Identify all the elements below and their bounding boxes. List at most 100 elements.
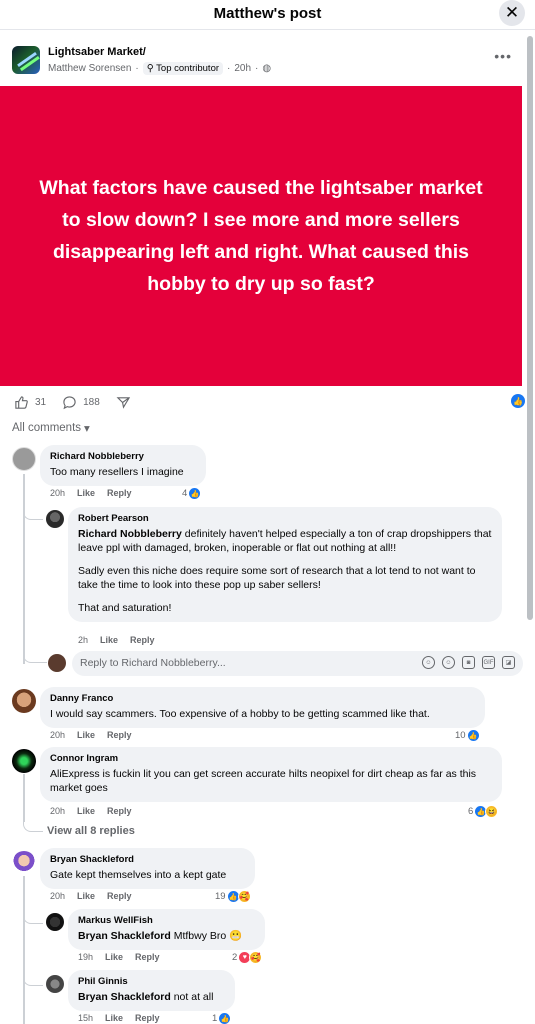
commenter-name[interactable]: Connor Ingram [50,753,492,764]
comment-text: Richard Nobbleberry definitely haven't h… [78,528,492,614]
dialog-title: Matthew's post [213,5,322,22]
sticker-icon[interactable]: ◪ [502,656,515,669]
like-count: 31 [35,396,47,408]
like-reaction-icon: 👍 [188,487,202,500]
comment-icon [63,395,76,409]
comment-meta: 20h Like Reply [50,488,132,498]
post-text: What factors have caused the lightsaber … [39,177,483,295]
globe-icon: ◍ [262,63,272,74]
comment-bubble: Connor Ingram AliExpress is fuckin lit y… [40,747,502,802]
group-name[interactable]: Lightsaber Market/ [48,46,146,58]
like-reaction-icon: 👍 [218,1012,232,1024]
gif-icon[interactable]: GIF [482,656,495,669]
close-icon: ✕ [504,3,520,22]
care-reaction-icon: 🥰 [237,890,251,903]
post-meta: Matthew Sorensen · ⚲ Top contributor · 2… [48,62,272,75]
commenter-name[interactable]: Bryan Shackleford [50,854,245,865]
commenter-name[interactable]: Phil Ginnis [78,976,225,987]
comment-bubble: Richard Nobbleberry Too many resellers I… [40,445,206,486]
thread-line [23,970,43,986]
mention-link[interactable]: Bryan Shackleford [78,991,171,1003]
comment-button[interactable]: 188 [62,395,100,410]
commenter-name[interactable]: Richard Nobbleberry [50,451,196,462]
comment-reply-button[interactable]: Reply [107,806,132,816]
reply-tools: ☺ ☺ ◙ GIF ◪ [422,656,515,669]
more-options-icon[interactable]: ••• [494,48,512,64]
post-actions: 31 188 [14,393,147,411]
comment-reply-button[interactable]: Reply [107,730,132,740]
avatar[interactable] [46,913,64,931]
emoji-icon[interactable]: ☺ [442,656,455,669]
thread-line [23,812,43,832]
comment-reply-button[interactable]: Reply [135,952,160,962]
comment-like-button[interactable]: Like [100,635,118,645]
comment-bubble: Robert Pearson Richard Nobbleberry defin… [68,507,502,622]
comment-reply-button[interactable]: Reply [135,1013,160,1023]
comment-reply-button[interactable]: Reply [130,635,155,645]
comment-text: Too many resellers I imagine [50,466,184,478]
comment-text: Bryan Shackleford not at all [78,991,214,1003]
comment-meta: 19h Like Reply [78,952,160,962]
avatar-sticker-icon[interactable]: ☺ [422,656,435,669]
avatar[interactable] [46,975,64,993]
comment-meta: 2h Like Reply [78,635,155,645]
thumbs-up-icon [15,395,28,409]
comment-meta: 20h Like Reply [50,806,132,816]
comment-bubble: Bryan Shackleford Gate kept themselves i… [40,848,255,889]
camera-icon[interactable]: ◙ [462,656,475,669]
avatar[interactable] [12,689,36,713]
comment-like-button[interactable]: Like [77,730,95,740]
comment-text: Gate kept themselves into a kept gate [50,869,227,881]
scrollbar[interactable] [527,36,533,620]
comment-reactions[interactable]: 1 👍 [212,1012,232,1024]
reply-input[interactable]: Reply to Richard Nobbleberry... ☺ ☺ ◙ GI… [72,651,523,676]
avatar[interactable] [46,510,64,528]
comment-like-button[interactable]: Like [105,952,123,962]
top-contributor-badge[interactable]: ⚲ Top contributor [142,62,224,75]
comment-reply-button[interactable]: Reply [107,891,132,901]
comment-text: AliExpress is fuckin lit you can get scr… [50,768,477,794]
like-reaction-icon: 👍 [466,729,480,742]
thread-line [23,908,43,924]
comment-like-button[interactable]: Like [105,1013,123,1023]
avatar[interactable] [12,851,36,875]
comment-meta: 15h Like Reply [78,1013,160,1023]
author-name[interactable]: Matthew Sorensen [48,63,131,74]
comment-text: Bryan Shackleford Mtfbwy Bro 😬 [78,930,243,942]
like-button[interactable]: 31 [14,395,46,410]
close-button[interactable]: ✕ [499,0,525,26]
haha-reaction-icon: 😆 [485,805,499,818]
comment-reactions[interactable]: 6 👍 😆 [468,805,499,818]
comments-sort[interactable]: All comments ▾ [12,421,90,435]
comment-like-button[interactable]: Like [77,488,95,498]
avatar[interactable] [12,447,36,471]
comment-reply-button[interactable]: Reply [107,488,132,498]
comment-meta: 20h Like Reply [50,891,132,901]
comment-text: I would say scammers. Too expensive of a… [50,708,430,720]
reaction-like-icon[interactable]: 👍 [511,394,525,408]
post-time[interactable]: 20h [234,63,251,74]
comment-bubble: Danny Franco I would say scammers. Too e… [40,687,485,728]
comment-bubble: Markus WellFish Bryan Shackleford Mtfbwy… [68,909,265,950]
post-banner: What factors have caused the lightsaber … [0,86,522,386]
comment-meta: 20h Like Reply [50,730,132,740]
comment-reactions[interactable]: 10 👍 [455,729,480,742]
comment-reactions[interactable]: 4 👍 [182,487,202,500]
grimace-emoji-icon: 😬 [229,930,243,942]
commenter-name[interactable]: Danny Franco [50,693,475,704]
share-button[interactable] [116,395,131,410]
comment-like-button[interactable]: Like [77,891,95,901]
mention-link[interactable]: Richard Nobbleberry [78,528,182,540]
thread-line [23,876,25,1024]
commenter-name[interactable]: Markus WellFish [78,915,255,926]
group-avatar[interactable] [12,46,40,74]
comment-reactions[interactable]: 2 ♥ 🥰 [232,951,263,964]
comment-like-button[interactable]: Like [77,806,95,816]
badge-icon: ⚲ [146,63,157,74]
comment-reactions[interactable]: 19 👍 🥰 [215,890,251,903]
post-header: Lightsaber Market/ Matthew Sorensen · ⚲ … [12,44,512,80]
avatar[interactable] [12,749,36,773]
commenter-name[interactable]: Robert Pearson [78,513,492,524]
mention-link[interactable]: Bryan Shackleford [78,930,171,942]
view-replies-link[interactable]: View all 8 replies [47,825,135,837]
